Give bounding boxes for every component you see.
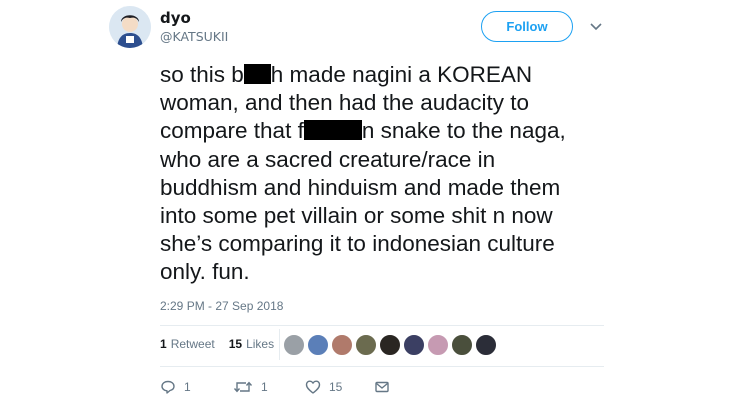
tweet-text-line: only. fun.: [160, 259, 250, 285]
tweet-text-line: buddhism and hinduism and made them: [160, 174, 561, 200]
author-handle[interactable]: @KATSUKII: [160, 29, 228, 44]
liker-avatar[interactable]: [379, 334, 401, 356]
follow-button[interactable]: Follow: [481, 11, 573, 42]
avatar-icon: [109, 6, 151, 48]
heart-icon: [305, 380, 321, 394]
retweet-stat-label: Retweet: [170, 337, 215, 351]
likes-stat-count: 15: [228, 337, 243, 351]
retweet-stat-count: 1: [160, 337, 167, 351]
tweet-text-line: she’s comparing it to indonesian culture: [160, 231, 555, 257]
like-count: 15: [329, 380, 343, 394]
reply-button[interactable]: 1: [160, 379, 191, 395]
avatar[interactable]: [109, 6, 151, 48]
liker-avatar[interactable]: [427, 334, 449, 356]
tweet-text-line: who are a sacred creature/race in: [160, 146, 496, 172]
likes-stat[interactable]: 15 Likes: [229, 337, 274, 351]
retweet-button[interactable]: 1: [233, 379, 268, 395]
tweet-text-line: compare that f n snake to the naga,: [160, 117, 610, 145]
tweet-text-line: into some pet villain or some shit n now: [160, 203, 553, 229]
tweet-text-segment: h made nagini a KOREAN: [270, 62, 533, 87]
follow-button-label: Follow: [506, 19, 548, 34]
liker-avatars: [283, 331, 499, 359]
liker-avatar[interactable]: [355, 334, 377, 356]
liker-avatar[interactable]: [403, 334, 425, 356]
liker-avatar[interactable]: [475, 334, 497, 356]
tweet-text-segment: compare that f: [160, 118, 304, 144]
author-display-name[interactable]: dyo: [160, 9, 191, 27]
tweet-card: dyo @KATSUKII Follow so this b h made nag…: [0, 0, 750, 400]
engagement-stats: 1 Retweet 15 Likes: [160, 337, 274, 351]
chevron-down-icon[interactable]: [589, 22, 603, 32]
censor-bar: [243, 64, 271, 84]
tweet-text-segment: so this b: [160, 62, 244, 87]
tweet-text-line: so this b h made nagini a KOREAN: [160, 61, 610, 89]
liker-avatar[interactable]: [307, 334, 329, 356]
like-button[interactable]: 15: [305, 379, 342, 395]
divider: [160, 366, 604, 367]
likes-stat-label: Likes: [246, 337, 275, 351]
direct-message-button[interactable]: [374, 379, 390, 395]
retweet-stat[interactable]: 1 Retweet: [160, 337, 215, 351]
tweet-text-line: woman, and then had the audacity to: [160, 90, 530, 116]
liker-avatar[interactable]: [451, 334, 473, 356]
envelope-icon: [375, 381, 389, 393]
tweet-text-segment: n snake to the naga,: [361, 118, 566, 144]
tweet-timestamp[interactable]: 2:29 PM - 27 Sep 2018: [160, 299, 283, 313]
reply-count: 1: [184, 380, 191, 394]
reply-icon: [161, 380, 175, 394]
divider: [160, 325, 604, 326]
liker-avatar[interactable]: [331, 334, 353, 356]
retweet-count: 1: [261, 380, 268, 394]
retweet-icon: [233, 381, 253, 393]
tweet-text: so this b h made nagini a KOREAN woman, a…: [160, 61, 610, 287]
divider: [279, 329, 280, 360]
censor-bar: [303, 120, 362, 141]
tweet-actions: 1 1 15: [160, 379, 420, 395]
liker-avatar[interactable]: [283, 334, 305, 356]
